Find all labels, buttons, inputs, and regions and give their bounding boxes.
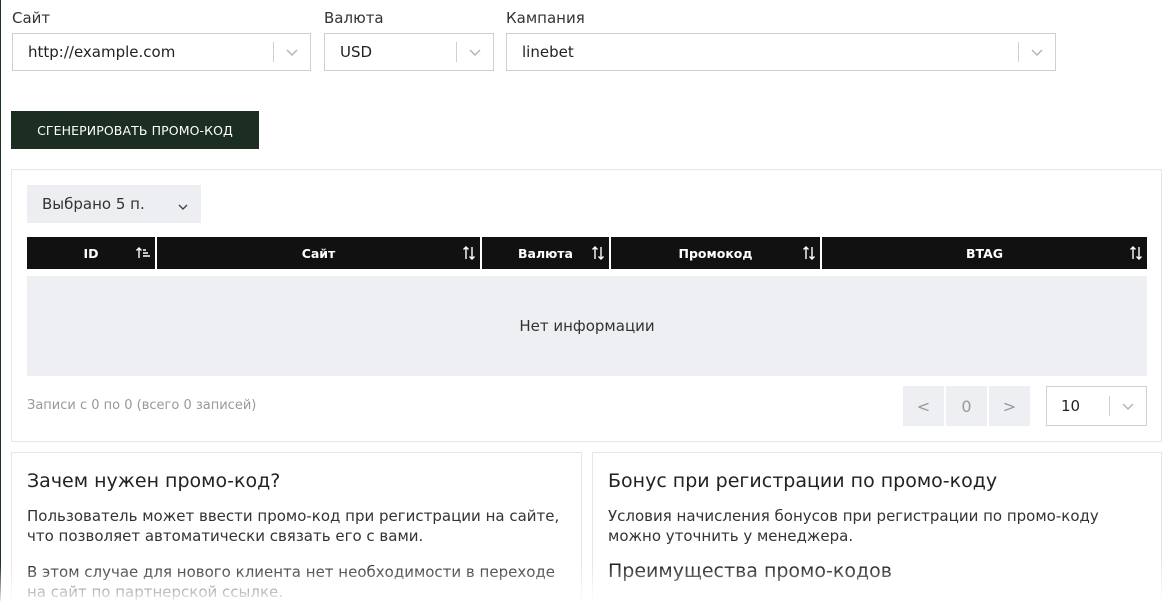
page-size-value: 10	[1061, 397, 1081, 415]
site-select[interactable]: http://example.com	[12, 33, 311, 71]
currency-label: Валюта	[324, 9, 384, 27]
column-header-promo-code[interactable]: Промокод	[611, 237, 820, 269]
column-header-site[interactable]: Сайт	[157, 237, 480, 269]
column-header-currency[interactable]: Валюта	[482, 237, 609, 269]
chevron-down-icon	[177, 198, 189, 216]
chevron-down-icon[interactable]	[457, 34, 493, 70]
column-selector[interactable]: Выбрано 5 п.	[27, 185, 201, 223]
site-label: Сайт	[12, 9, 51, 27]
currency-select[interactable]: USD	[324, 33, 494, 71]
column-header-label: Сайт	[301, 245, 336, 261]
column-header-label: BTAG	[965, 245, 1004, 261]
site-select-value: http://example.com	[28, 43, 176, 61]
table-empty-row: Нет информации	[27, 276, 1147, 376]
sort-icon	[591, 245, 605, 264]
column-header-id[interactable]: ID	[27, 237, 155, 269]
page-size-select[interactable]: 10	[1046, 386, 1147, 426]
currency-select-value: USD	[340, 43, 373, 61]
info-box-bonus: Бонус при регистрации по промо-коду Усло…	[592, 452, 1162, 601]
generate-promo-code-button[interactable]: СГЕНЕРИРОВАТЬ ПРОМО-КОД	[11, 111, 259, 149]
next-page-button[interactable]: >	[989, 386, 1030, 426]
info-subtitle: Преимущества промо-кодов	[608, 560, 892, 582]
chevron-down-icon[interactable]	[274, 34, 310, 70]
sort-icon	[1129, 245, 1143, 264]
chevron-down-icon[interactable]	[1110, 401, 1146, 411]
empty-message: Нет информации	[519, 317, 655, 335]
column-header-label: ID	[83, 245, 99, 261]
campaign-select[interactable]: linebet	[506, 33, 1056, 71]
chevron-down-icon[interactable]	[1019, 34, 1055, 70]
info-box-why-promo: Зачем нужен промо-код? Пользователь може…	[11, 452, 582, 601]
sort-icon	[462, 245, 476, 264]
info-title: Зачем нужен промо-код?	[27, 470, 281, 492]
info-paragraph: В этом случае для нового клиента нет нео…	[27, 563, 555, 601]
campaign-select-value: linebet	[522, 43, 574, 61]
sort-icon	[802, 245, 816, 264]
prev-page-button[interactable]: <	[903, 386, 944, 426]
promo-codes-panel: Выбрано 5 п. ID Сайт Валюта Промокод BTA…	[11, 169, 1162, 442]
records-info: Записи с 0 по 0 (всего 0 записей)	[27, 398, 257, 413]
info-paragraph: Пользователь может ввести промо-код при …	[27, 507, 560, 545]
left-edge	[0, 0, 1, 601]
sort-ascending-icon	[135, 245, 151, 264]
info-paragraph: Условия начисления бонусов при регистрац…	[608, 507, 1099, 545]
column-header-label: Валюта	[518, 245, 573, 261]
current-page[interactable]: 0	[946, 386, 987, 426]
column-selector-label: Выбрано 5 п.	[42, 195, 145, 213]
column-header-btag[interactable]: BTAG	[822, 237, 1147, 269]
campaign-label: Кампания	[506, 9, 585, 27]
info-title: Бонус при регистрации по промо-коду	[608, 470, 998, 492]
table-header: ID Сайт Валюта Промокод BTAG	[27, 237, 1147, 269]
column-header-label: Промокод	[678, 245, 753, 261]
